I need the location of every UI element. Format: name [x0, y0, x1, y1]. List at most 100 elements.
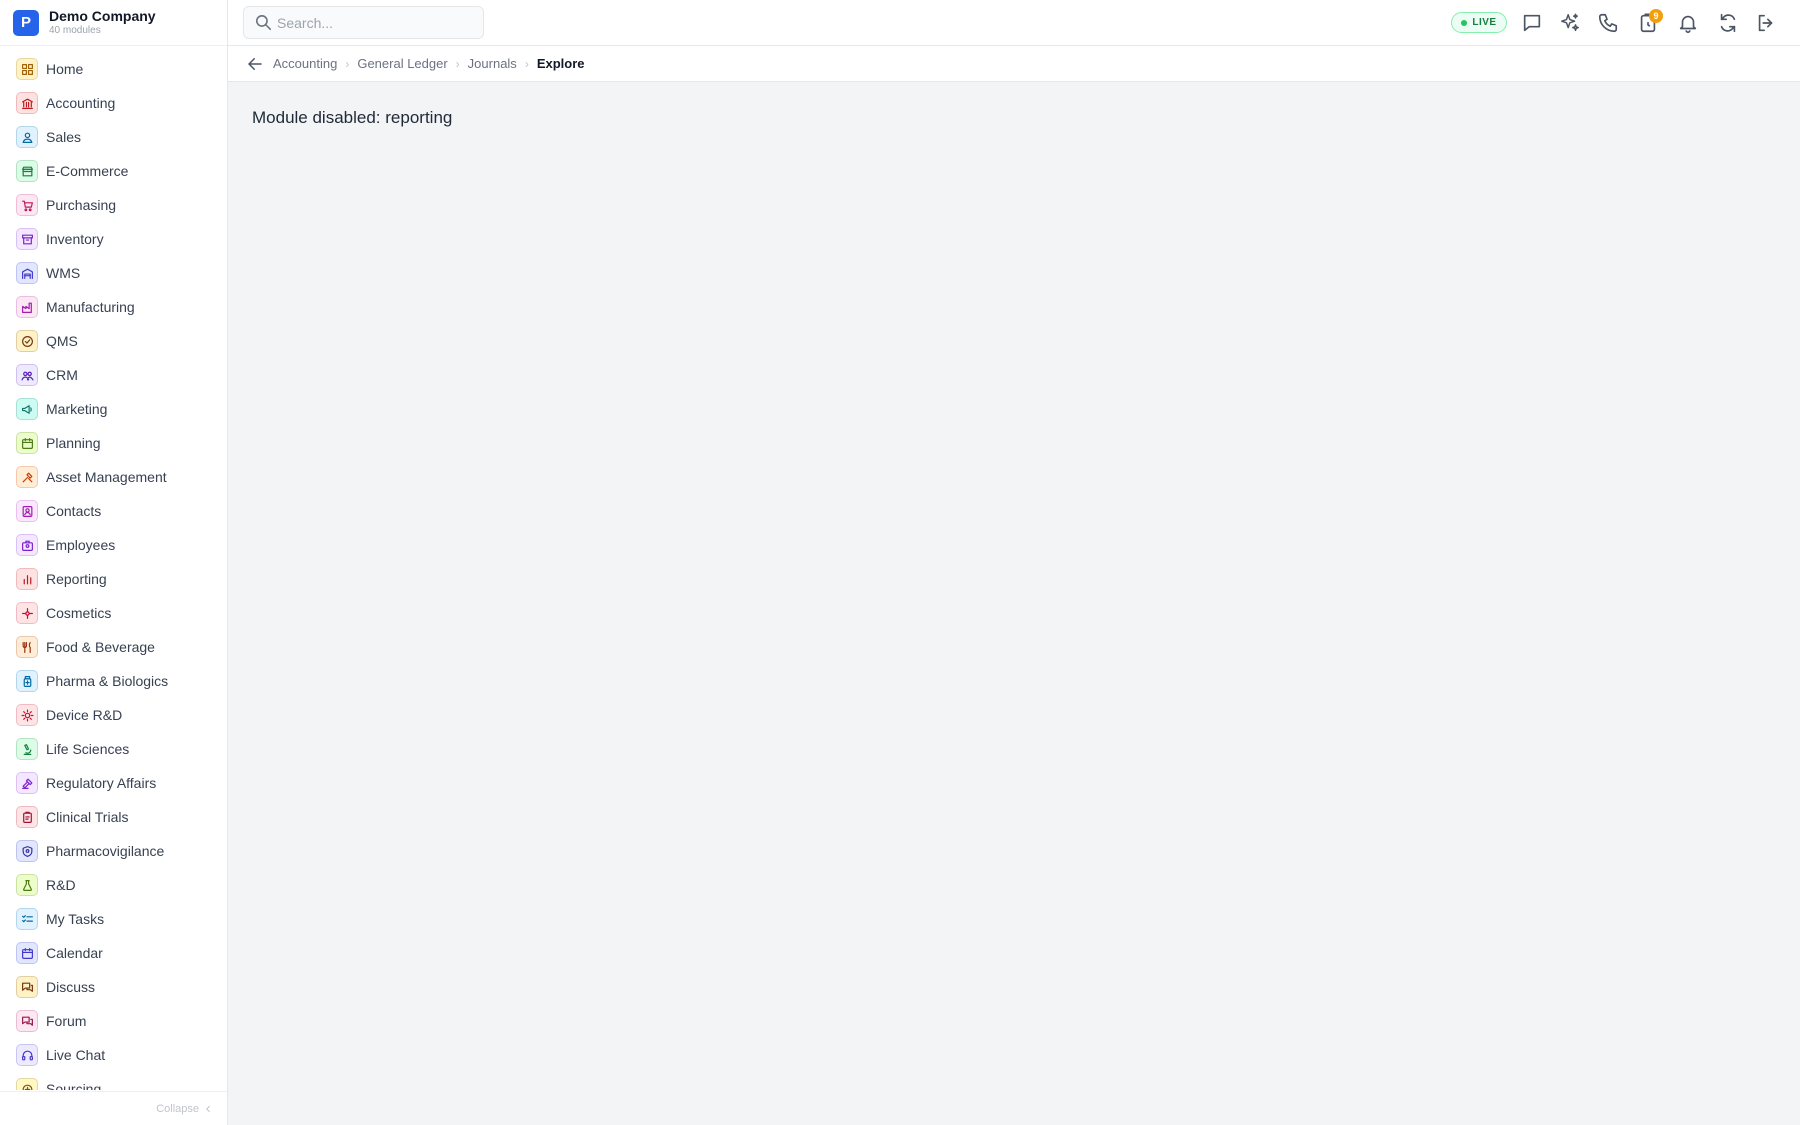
sidebar-item-pharma-and-biologics[interactable]: Pharma & Biologics: [0, 664, 227, 698]
collapse-sidebar-button[interactable]: Collapse: [0, 1091, 227, 1125]
sidebar-item-wms[interactable]: WMS: [0, 256, 227, 290]
sidebar-item-discuss[interactable]: Discuss: [0, 970, 227, 1004]
sidebar: P Demo Company 40 modules Home Accounting…: [0, 0, 228, 1125]
sidebar-item-calendar[interactable]: Calendar: [0, 936, 227, 970]
sidebar-item-e-commerce[interactable]: E-Commerce: [0, 154, 227, 188]
contact-icon: [16, 500, 38, 522]
sidebar-item-clinical-trials[interactable]: Clinical Trials: [0, 800, 227, 834]
sidebar-item-pharmacovigilance[interactable]: Pharmacovigilance: [0, 834, 227, 868]
sidebar-item-forum[interactable]: Forum: [0, 1004, 227, 1038]
store-icon: [16, 160, 38, 182]
sidebar-nav: Home Accounting Sales E-Commerce Purchasing I…: [0, 52, 227, 1090]
megaphone-icon: [16, 398, 38, 420]
activity-button[interactable]: 9: [1635, 9, 1663, 36]
back-button[interactable]: [245, 54, 265, 74]
sidebar-item-label: Calendar: [46, 945, 103, 961]
sidebar-item-label: Live Chat: [46, 1047, 106, 1063]
check-badge-icon: [16, 330, 38, 352]
sidebar-item-qms[interactable]: QMS: [0, 324, 227, 358]
breadcrumb-journals[interactable]: Journals: [468, 56, 517, 71]
sidebar-item-label: Sourcing: [46, 1081, 102, 1090]
sidebar-item-inventory[interactable]: Inventory: [0, 222, 227, 256]
sidebar-item-label: E-Commerce: [46, 163, 129, 179]
sidebar-item-live-chat[interactable]: Live Chat: [0, 1038, 227, 1072]
breadcrumb-current: Explore: [536, 56, 585, 71]
breadcrumb-accounting[interactable]: Accounting: [273, 56, 337, 71]
logout-button[interactable]: [1753, 10, 1779, 36]
sidebar-item-planning[interactable]: Planning: [0, 426, 227, 460]
sidebar-item-asset-management[interactable]: Asset Management: [0, 460, 227, 494]
sidebar-item-purchasing[interactable]: Purchasing: [0, 188, 227, 222]
sidebar-item-marketing[interactable]: Marketing: [0, 392, 227, 426]
arrow-left-icon: [248, 57, 262, 70]
refresh-icon: [1720, 13, 1736, 33]
sidebar-item-label: Contacts: [46, 503, 102, 519]
sidebar-item-reporting[interactable]: Reporting: [0, 562, 227, 596]
messages-button[interactable]: [1519, 10, 1545, 36]
sidebar-item-accounting[interactable]: Accounting: [0, 86, 227, 120]
company-info: Demo Company 40 modules: [49, 8, 156, 38]
sidebar-item-sourcing[interactable]: Sourcing: [0, 1072, 227, 1090]
sidebar-item-home[interactable]: Home: [0, 52, 227, 86]
search-icon: [255, 14, 272, 31]
message-square-icon: [1523, 14, 1541, 32]
sidebar-item-food-and-beverage[interactable]: Food & Beverage: [0, 630, 227, 664]
live-dot-icon: [1461, 19, 1468, 26]
sidebar-item-sales[interactable]: Sales: [0, 120, 227, 154]
sidebar-item-label: Pharma & Biologics: [46, 673, 169, 689]
ai-assistant-button[interactable]: [1557, 10, 1583, 36]
notifications-button[interactable]: [1675, 10, 1701, 36]
sidebar-item-label: Regulatory Affairs: [46, 775, 157, 791]
sidebar-item-label: Accounting: [46, 95, 116, 111]
sidebar-item-crm[interactable]: CRM: [0, 358, 227, 392]
chevron-right-icon: ›: [345, 56, 350, 71]
chevron-right-icon: ›: [524, 56, 529, 71]
sidebar-item-label: R&D: [46, 877, 76, 893]
sidebar-item-employees[interactable]: Employees: [0, 528, 227, 562]
users-icon: [16, 364, 38, 386]
sidebar-item-label: CRM: [46, 367, 78, 383]
bar-chart-icon: [16, 568, 38, 590]
breadcrumb-general-ledger[interactable]: General Ledger: [357, 56, 447, 71]
chevron-right-icon: ›: [455, 56, 460, 71]
sidebar-item-contacts[interactable]: Contacts: [0, 494, 227, 528]
utensils-icon: [16, 636, 38, 658]
phone-button[interactable]: [1595, 10, 1621, 36]
calendar-icon: [16, 432, 38, 454]
breadcrumb: Accounting › General Ledger › Journals ›…: [228, 46, 1800, 82]
sidebar-item-label: WMS: [46, 265, 81, 281]
logout-icon: [1758, 14, 1773, 32]
company-name: Demo Company: [49, 7, 156, 24]
module-disabled-message: Module disabled: reporting: [252, 108, 453, 127]
warehouse-icon: [16, 262, 38, 284]
sidebar-item-label: Reporting: [46, 571, 107, 587]
tools-icon: [16, 466, 38, 488]
cog-icon: [16, 704, 38, 726]
sidebar-item-manufacturing[interactable]: Manufacturing: [0, 290, 227, 324]
sidebar-item-randd[interactable]: R&D: [0, 868, 227, 902]
sidebar-item-label: Pharmacovigilance: [46, 843, 165, 859]
sparkles-icon: [1561, 13, 1579, 32]
sidebar-item-regulatory-affairs[interactable]: Regulatory Affairs: [0, 766, 227, 800]
search-input[interactable]: [277, 14, 477, 31]
flask-icon: [16, 874, 38, 896]
sidebar-item-device-randd[interactable]: Device R&D: [0, 698, 227, 732]
sidebar-item-my-tasks[interactable]: My Tasks: [0, 902, 227, 936]
sidebar-item-label: Marketing: [46, 401, 108, 417]
pill-bottle-icon: [16, 670, 38, 692]
flower-icon: [16, 602, 38, 624]
forum-icon: [16, 1010, 38, 1032]
sidebar-item-cosmetics[interactable]: Cosmetics: [0, 596, 227, 630]
main-content: Module disabled: reporting: [228, 82, 1800, 1125]
sidebar-item-label: Employees: [46, 537, 116, 553]
sidebar-item-label: Purchasing: [46, 197, 117, 213]
sidebar-item-label: Discuss: [46, 979, 96, 995]
search-box[interactable]: [243, 6, 484, 39]
sync-button[interactable]: [1715, 10, 1741, 36]
sidebar-item-life-sciences[interactable]: Life Sciences: [0, 732, 227, 766]
company-switcher[interactable]: P Demo Company 40 modules: [0, 0, 227, 46]
gavel-icon: [16, 772, 38, 794]
sidebar-item-label: Clinical Trials: [46, 809, 129, 825]
user-icon: [16, 126, 38, 148]
headset-icon: [16, 1044, 38, 1066]
